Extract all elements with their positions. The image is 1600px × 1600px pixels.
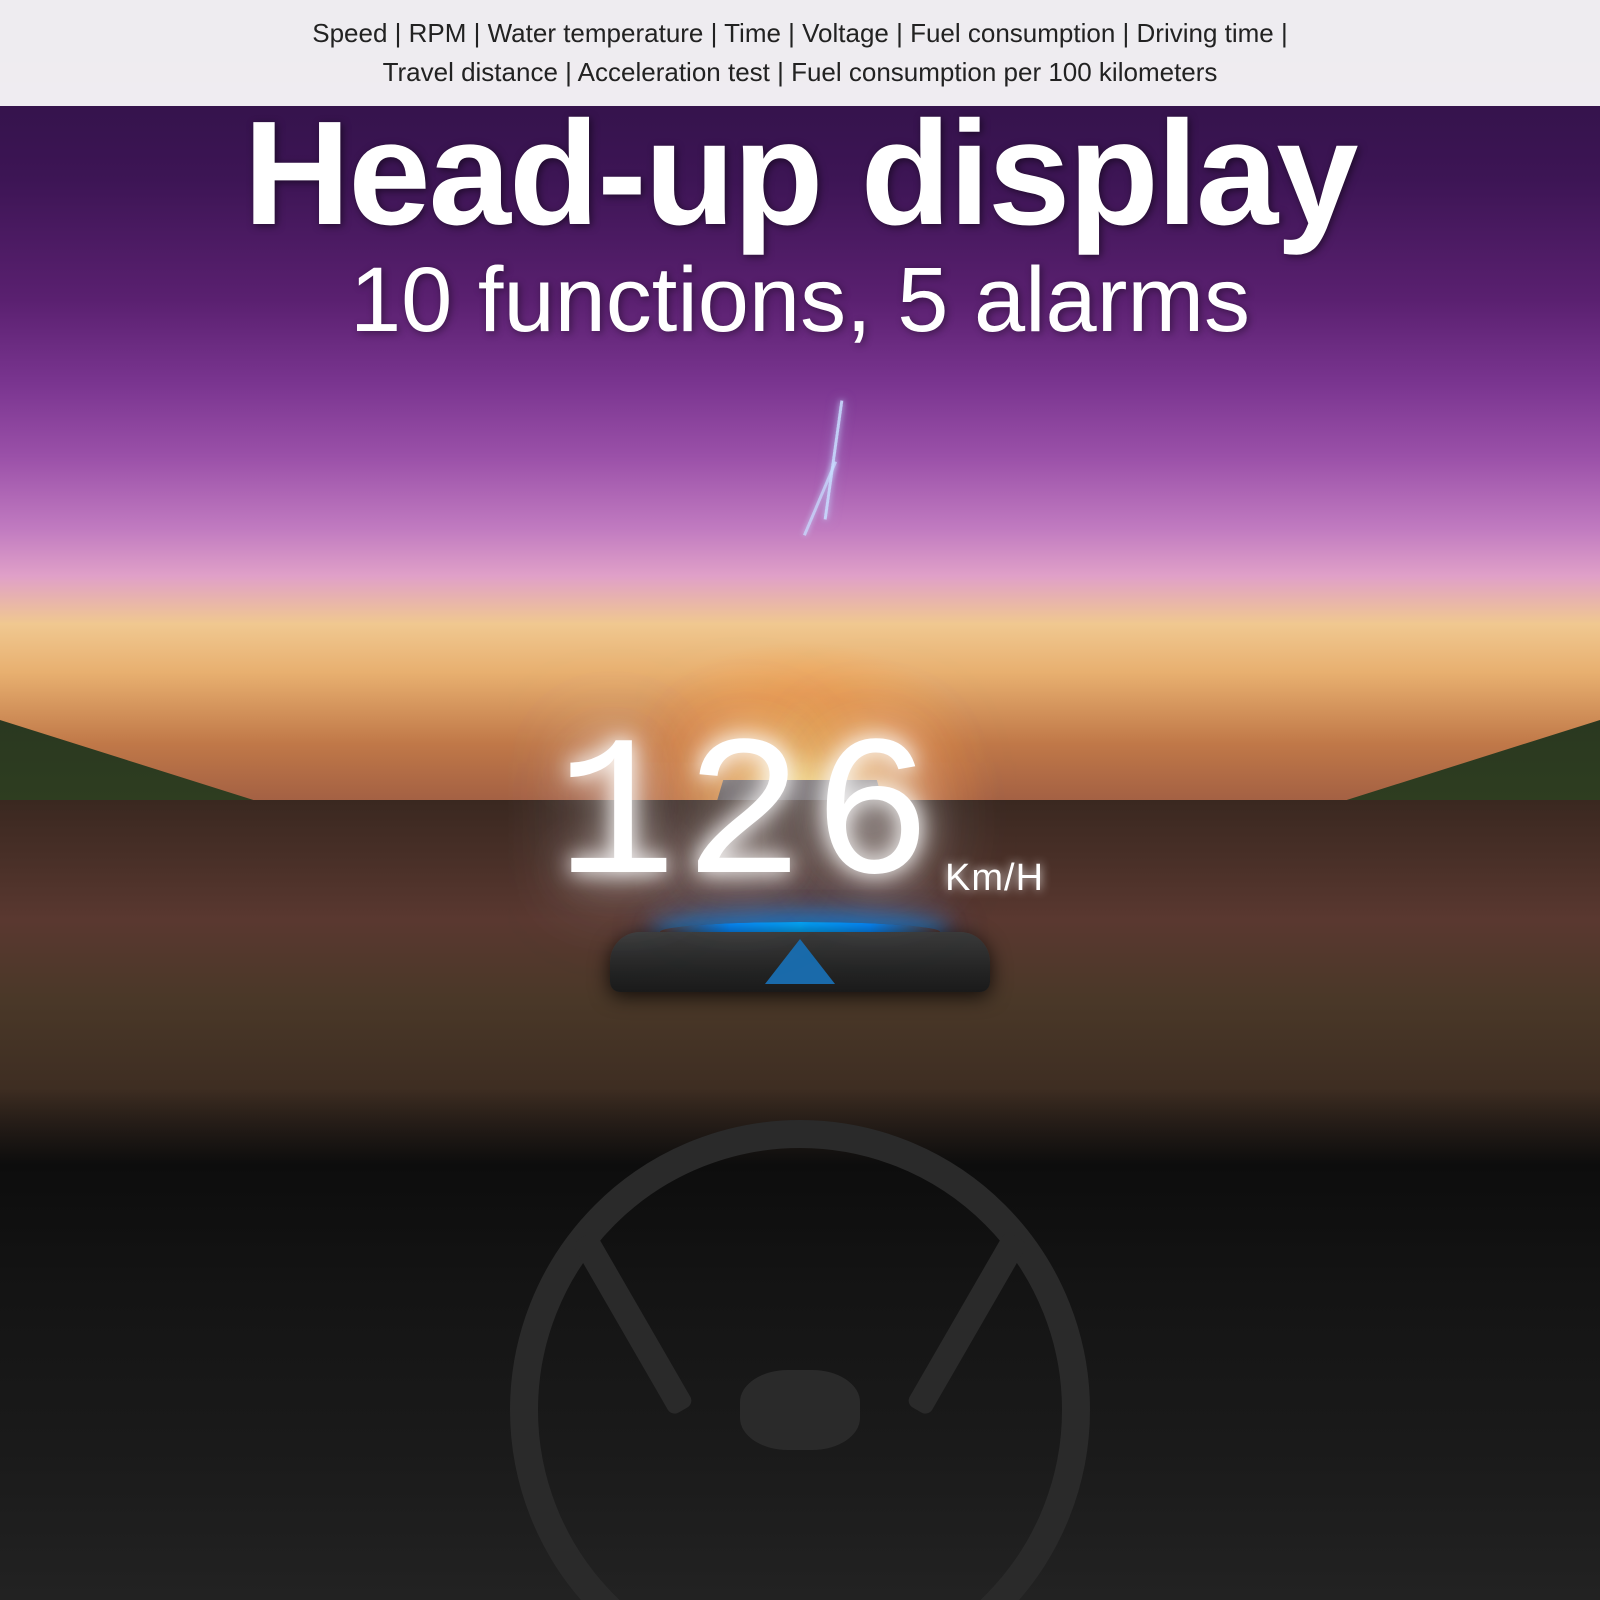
speed-value: 126 xyxy=(556,720,940,920)
main-container: 126 Km/H Speed | RPM | Water temperature… xyxy=(0,0,1600,1600)
features-line-1: Speed | RPM | Water temperature | Time |… xyxy=(20,14,1580,53)
hud-body xyxy=(610,932,990,992)
speedometer: 126 Km/H xyxy=(556,720,1044,920)
steering-spoke-right xyxy=(906,1230,1029,1416)
steering-wheel-container xyxy=(450,1200,1150,1600)
speed-display: 126 Km/H xyxy=(556,720,1044,920)
headline-sub: 10 functions, 5 alarms xyxy=(0,248,1600,354)
headline-section: Head-up display 10 functions, 5 alarms xyxy=(0,100,1600,354)
headline-main: Head-up display xyxy=(0,100,1600,248)
hud-triangle-indicator xyxy=(765,939,835,984)
features-line-2: Travel distance | Acceleration test | Fu… xyxy=(20,53,1580,92)
steering-spoke-left xyxy=(572,1230,695,1416)
speed-unit: Km/H xyxy=(945,857,1044,900)
